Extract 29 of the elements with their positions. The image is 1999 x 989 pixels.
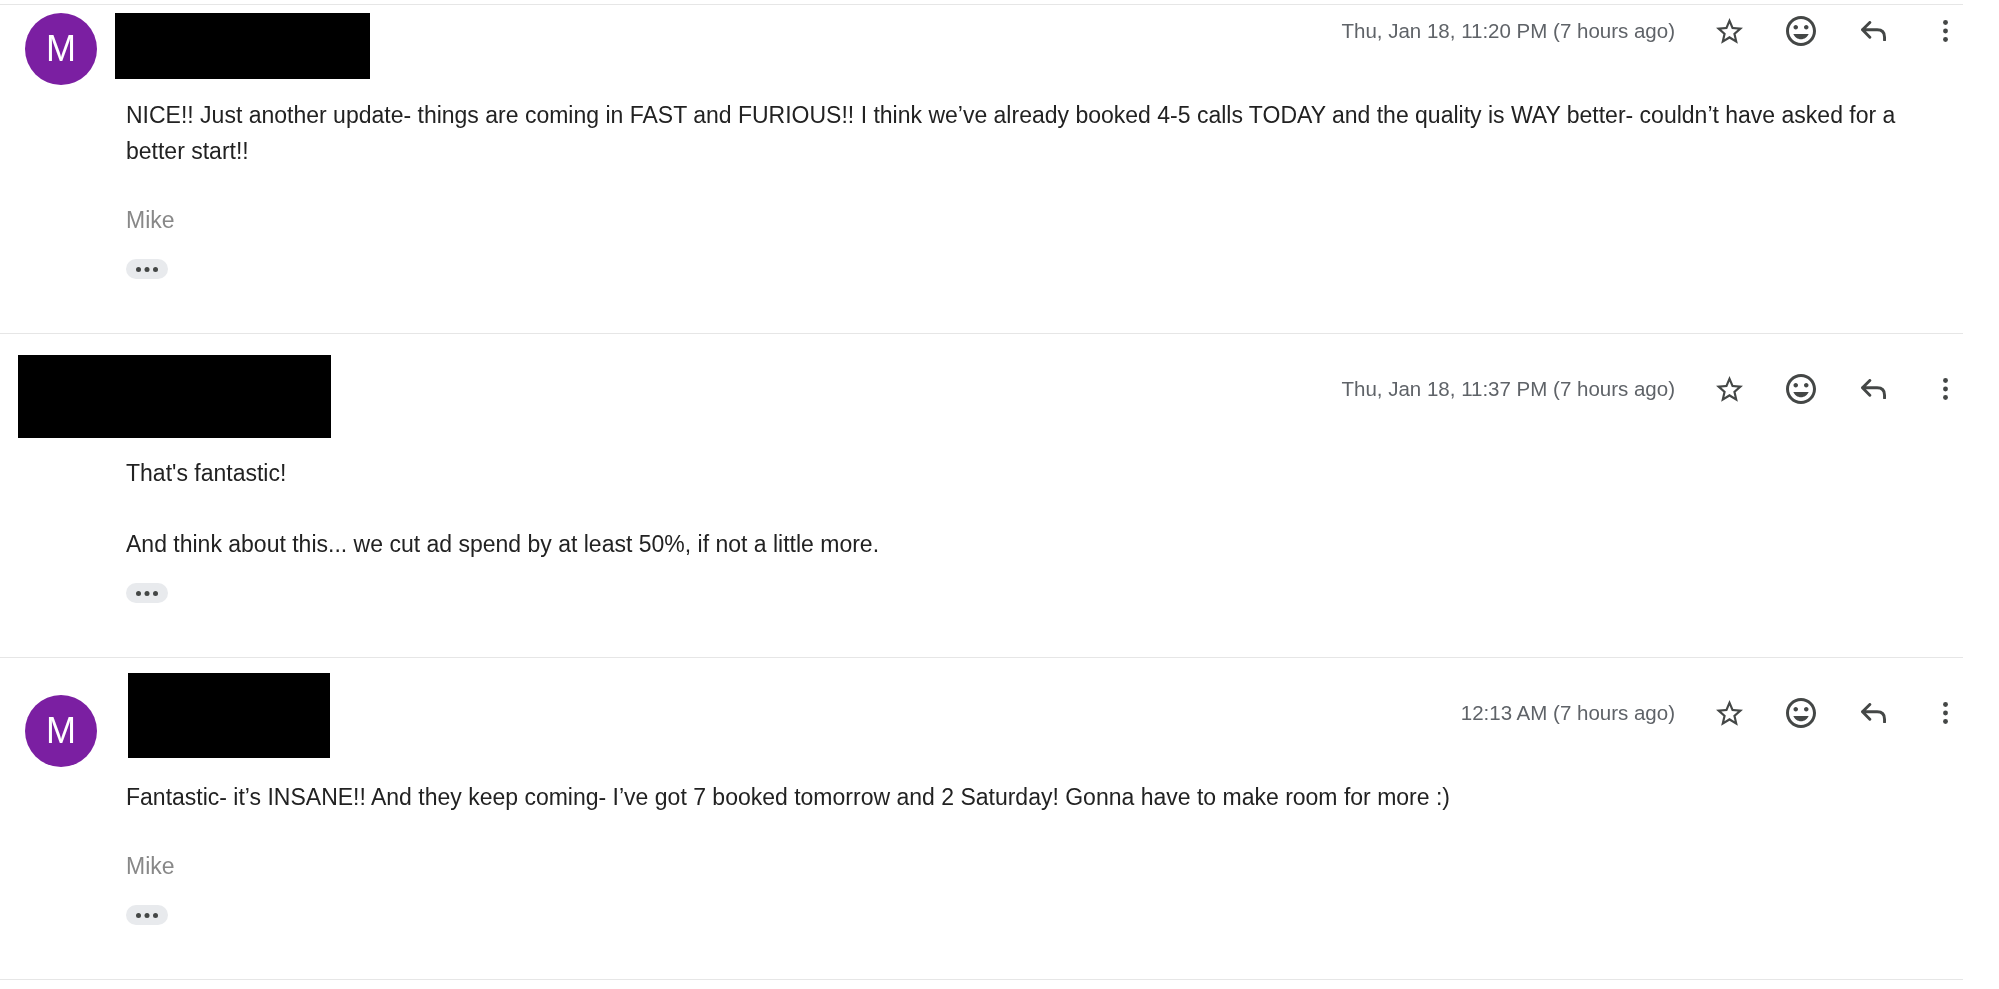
message-text: That's fantastic!	[126, 459, 288, 488]
smiley-icon	[1786, 698, 1816, 728]
ellipsis-icon	[136, 266, 158, 272]
ellipsis-button[interactable]	[126, 583, 168, 603]
more-icon	[1942, 378, 1948, 400]
message-text: NICE!! Just another update- things are coming in FAST and FURIOUS!! I think we’ve already booked 4-5 calls TODAY and the quality is WAY better- couldn’t have asked for a better start!!	[126, 101, 1897, 166]
avatar: M	[25, 13, 97, 85]
reply-icon	[1860, 702, 1886, 724]
message-text: Fantastic- it’s INSANE!! And they keep coming- I’ve got 7 booked tomorrow and 2 Saturday! Gonna have to make room for more :)	[126, 783, 1451, 812]
ellipsis-button[interactable]	[126, 259, 168, 279]
emoji-button[interactable]	[1783, 695, 1819, 731]
more-icon	[1942, 702, 1948, 724]
message-date: 12:13 AM (7 hours ago)	[1460, 701, 1675, 725]
reply-icon	[1860, 20, 1886, 42]
avatar: M	[25, 695, 97, 767]
smiley-icon	[1786, 374, 1816, 404]
message-date: Thu, Jan 18, 11:20 PM (7 hours ago)	[1341, 19, 1675, 43]
ellipsis-icon	[136, 912, 158, 918]
ellipsis-button[interactable]	[126, 905, 168, 925]
more-icon	[1942, 20, 1948, 42]
emoji-button[interactable]	[1783, 13, 1819, 49]
ellipsis-icon	[136, 590, 158, 596]
emoji-button[interactable]	[1783, 371, 1819, 407]
reply-icon	[1860, 378, 1886, 400]
smiley-icon	[1786, 16, 1816, 46]
message-text: And think about this... we cut ad spend by at least 50%, if not a little more.	[126, 530, 881, 559]
message-date: Thu, Jan 18, 11:37 PM (7 hours ago)	[1341, 377, 1675, 401]
signature-text: Mike	[126, 852, 176, 881]
signature-text: Mike	[126, 206, 176, 235]
